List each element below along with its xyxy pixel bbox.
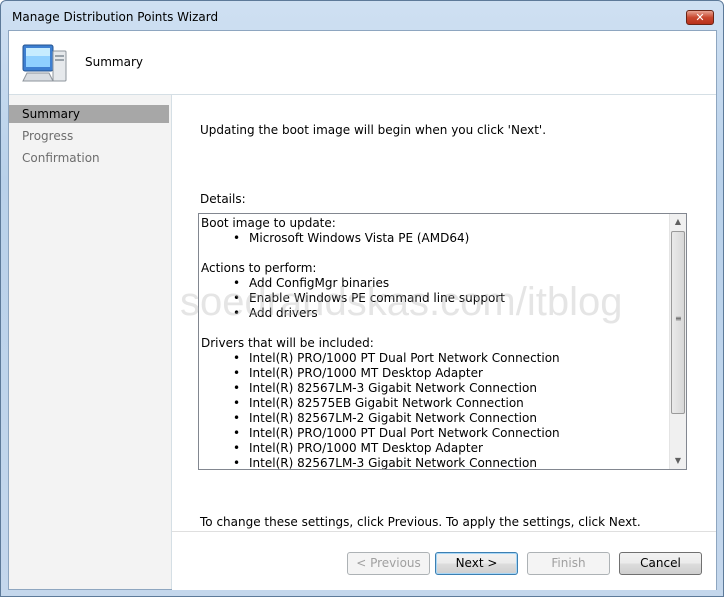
wizard-header: Summary (9, 31, 716, 95)
close-button[interactable]: ✕ (686, 10, 714, 25)
page-title: Summary (85, 55, 143, 69)
details-textbox[interactable]: Boot image to update: Microsoft Windows … (198, 213, 687, 470)
title-bar[interactable]: Manage Distribution Points Wizard ✕ (1, 1, 723, 29)
list-item: Intel(R) 82575EB Gigabit Network Connect… (233, 396, 669, 411)
close-icon: ✕ (695, 11, 705, 24)
scroll-down-icon[interactable]: ▼ (670, 453, 686, 469)
finish-button[interactable]: Finish (527, 552, 610, 575)
scroll-up-icon[interactable]: ▲ (670, 214, 686, 230)
nav-item-summary[interactable]: Summary (9, 105, 169, 123)
previous-button[interactable]: < Previous (347, 552, 430, 575)
button-bar: < Previous Next > Finish Cancel (172, 531, 716, 590)
actions-heading: Actions to perform: (201, 261, 317, 275)
list-item: Intel(R) 82567LM-2 Gigabit Network Conne… (233, 411, 669, 426)
details-scrollbar[interactable]: ▲ ≡ ▼ (669, 214, 686, 469)
nav-item-confirmation[interactable]: Confirmation (9, 149, 169, 167)
wizard-nav: Summary Progress Confirmation (9, 95, 172, 589)
list-item: Add drivers (233, 306, 669, 321)
drivers-heading: Drivers that will be included: (201, 336, 374, 350)
list-item: Intel(R) 82567LM-3 Gigabit Network Conne… (233, 456, 669, 469)
intro-text: Updating the boot image will begin when … (200, 123, 547, 137)
cancel-button[interactable]: Cancel (619, 552, 702, 575)
window-title: Manage Distribution Points Wizard (12, 10, 219, 24)
nav-item-progress[interactable]: Progress (9, 127, 169, 145)
actions-group: Actions to perform: Add ConfigMgr binari… (201, 261, 669, 321)
computer-icon (22, 44, 67, 82)
window-frame: Manage Distribution Points Wizard ✕ Summ… (0, 0, 724, 597)
footer-text: To change these settings, click Previous… (200, 515, 641, 529)
list-item: Add ConfigMgr binaries (233, 276, 669, 291)
list-item: Intel(R) PRO/1000 MT Desktop Adapter (233, 441, 669, 456)
scroll-thumb[interactable]: ≡ (671, 231, 685, 414)
details-label: Details: (200, 192, 246, 206)
list-item: Intel(R) PRO/1000 PT Dual Port Network C… (233, 351, 669, 366)
drivers-group: Drivers that will be included: Intel(R) … (201, 336, 669, 469)
list-item: Intel(R) 82567LM-3 Gigabit Network Conne… (233, 381, 669, 396)
list-item: Enable Windows PE command line support (233, 291, 669, 306)
list-item: Microsoft Windows Vista PE (AMD64) (233, 231, 669, 246)
next-button[interactable]: Next > (435, 552, 518, 575)
boot-image-heading: Boot image to update: (201, 216, 336, 230)
wizard-main: Updating the boot image will begin when … (172, 95, 716, 589)
list-item: Intel(R) PRO/1000 MT Desktop Adapter (233, 366, 669, 381)
wizard-client-area: Summary Summary Progress Confirmation Up… (8, 30, 717, 590)
grip-icon: ≡ (675, 314, 682, 323)
details-content: Boot image to update: Microsoft Windows … (201, 216, 669, 469)
boot-image-group: Boot image to update: Microsoft Windows … (201, 216, 669, 246)
list-item: Intel(R) PRO/1000 PT Dual Port Network C… (233, 426, 669, 441)
